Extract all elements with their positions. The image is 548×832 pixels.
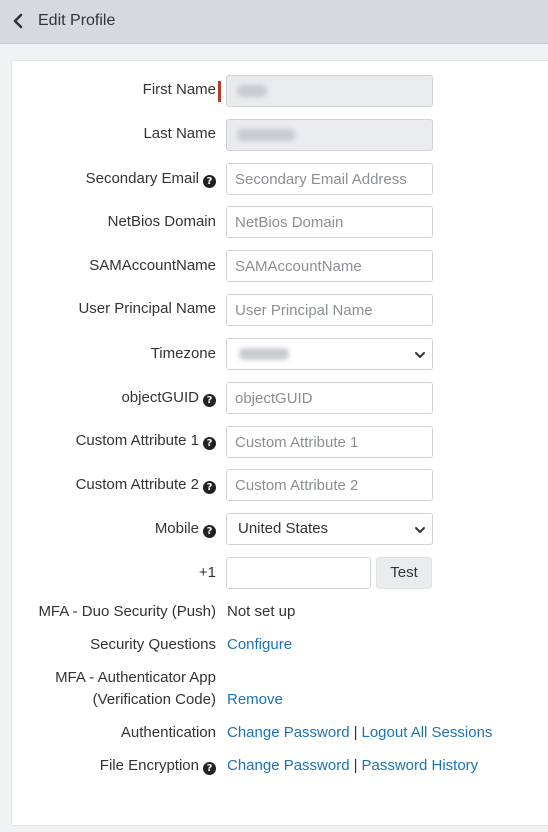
custom-attribute-2-input[interactable] <box>226 469 433 501</box>
help-icon[interactable]: ? <box>203 525 216 538</box>
mobile-label: Mobile? <box>155 520 216 538</box>
mobile-label-text: Mobile <box>154 520 199 537</box>
authentication-links: Change Password | Logout All Sessions <box>227 724 492 742</box>
mfa-authenticator-label-line2: (Verification Code) <box>92 691 216 708</box>
custom-attribute-2-label-text: Custom Attribute 2 <box>75 476 199 493</box>
secondary-email-label-text: Secondary Email <box>85 170 199 187</box>
password-history-link[interactable]: Password History <box>361 757 478 774</box>
test-mobile-button[interactable]: Test <box>376 557 432 589</box>
user-principal-name-label: User Principal Name <box>78 300 216 317</box>
samaccountname-input[interactable] <box>226 250 433 282</box>
mobile-country-select[interactable]: United States <box>226 513 433 545</box>
last-name-label: Last Name <box>143 125 216 142</box>
redacted-value <box>237 129 295 141</box>
help-icon[interactable]: ? <box>203 394 216 407</box>
mfa-duo-label: MFA - Duo Security (Push) <box>38 603 216 620</box>
remove-authenticator-link[interactable]: Remove <box>227 691 283 708</box>
file-encryption-label-text: File Encryption <box>99 757 199 774</box>
netbios-domain-input[interactable] <box>226 206 433 238</box>
selected-country: United States <box>238 520 329 537</box>
redacted-value <box>239 348 289 360</box>
chevron-down-icon <box>415 527 425 533</box>
page-title: Edit Profile <box>38 12 116 29</box>
netbios-domain-label: NetBios Domain <box>107 213 216 230</box>
custom-attribute-1-label: Custom Attribute 1? <box>76 432 216 450</box>
objectguid-label-text: objectGUID <box>121 389 199 406</box>
file-encryption-change-password-link[interactable]: Change Password <box>227 757 350 774</box>
custom-attribute-2-label: Custom Attribute 2? <box>76 476 216 494</box>
file-encryption-label: File Encryption? <box>100 757 216 775</box>
mobile-number-input[interactable] <box>226 557 371 589</box>
last-name-field[interactable] <box>226 119 433 151</box>
change-password-link[interactable]: Change Password <box>227 724 350 741</box>
chevron-left-icon <box>13 13 23 29</box>
help-icon[interactable]: ? <box>203 481 216 494</box>
security-questions-label: Security Questions <box>90 636 216 653</box>
help-icon[interactable]: ? <box>203 437 216 450</box>
link-separator: | <box>353 724 358 741</box>
back-button[interactable]: Edit Profile <box>10 8 115 34</box>
objectguid-label: objectGUID? <box>121 389 216 407</box>
logout-all-sessions-link[interactable]: Logout All Sessions <box>361 724 492 741</box>
mfa-duo-status: Not set up <box>227 603 296 620</box>
required-indicator <box>218 81 221 102</box>
first-name-label: First Name <box>142 81 216 98</box>
redacted-value <box>237 85 267 97</box>
help-icon[interactable]: ? <box>203 175 216 188</box>
secondary-email-label: Secondary Email? <box>86 170 216 188</box>
timezone-label: Timezone <box>150 345 216 362</box>
mfa-authenticator-label-line1: MFA - Authenticator App <box>55 669 216 686</box>
custom-attribute-1-label-text: Custom Attribute 1 <box>75 432 199 449</box>
header-bar: Edit Profile <box>0 0 548 44</box>
authentication-label: Authentication <box>120 724 216 741</box>
objectguid-input[interactable] <box>226 382 433 414</box>
chevron-down-icon <box>415 352 425 358</box>
help-icon[interactable]: ? <box>203 762 216 775</box>
custom-attribute-1-input[interactable] <box>226 426 433 458</box>
configure-security-questions-link[interactable]: Configure <box>227 636 292 653</box>
file-encryption-links: Change Password | Password History <box>227 757 478 775</box>
first-name-field[interactable] <box>226 75 433 107</box>
user-principal-name-input[interactable] <box>226 294 433 326</box>
samaccountname-label: SAMAccountName <box>89 257 216 274</box>
timezone-select[interactable] <box>226 338 433 370</box>
secondary-email-input[interactable] <box>226 163 433 195</box>
country-code-prefix: +1 <box>198 564 216 581</box>
link-separator: | <box>353 757 358 774</box>
